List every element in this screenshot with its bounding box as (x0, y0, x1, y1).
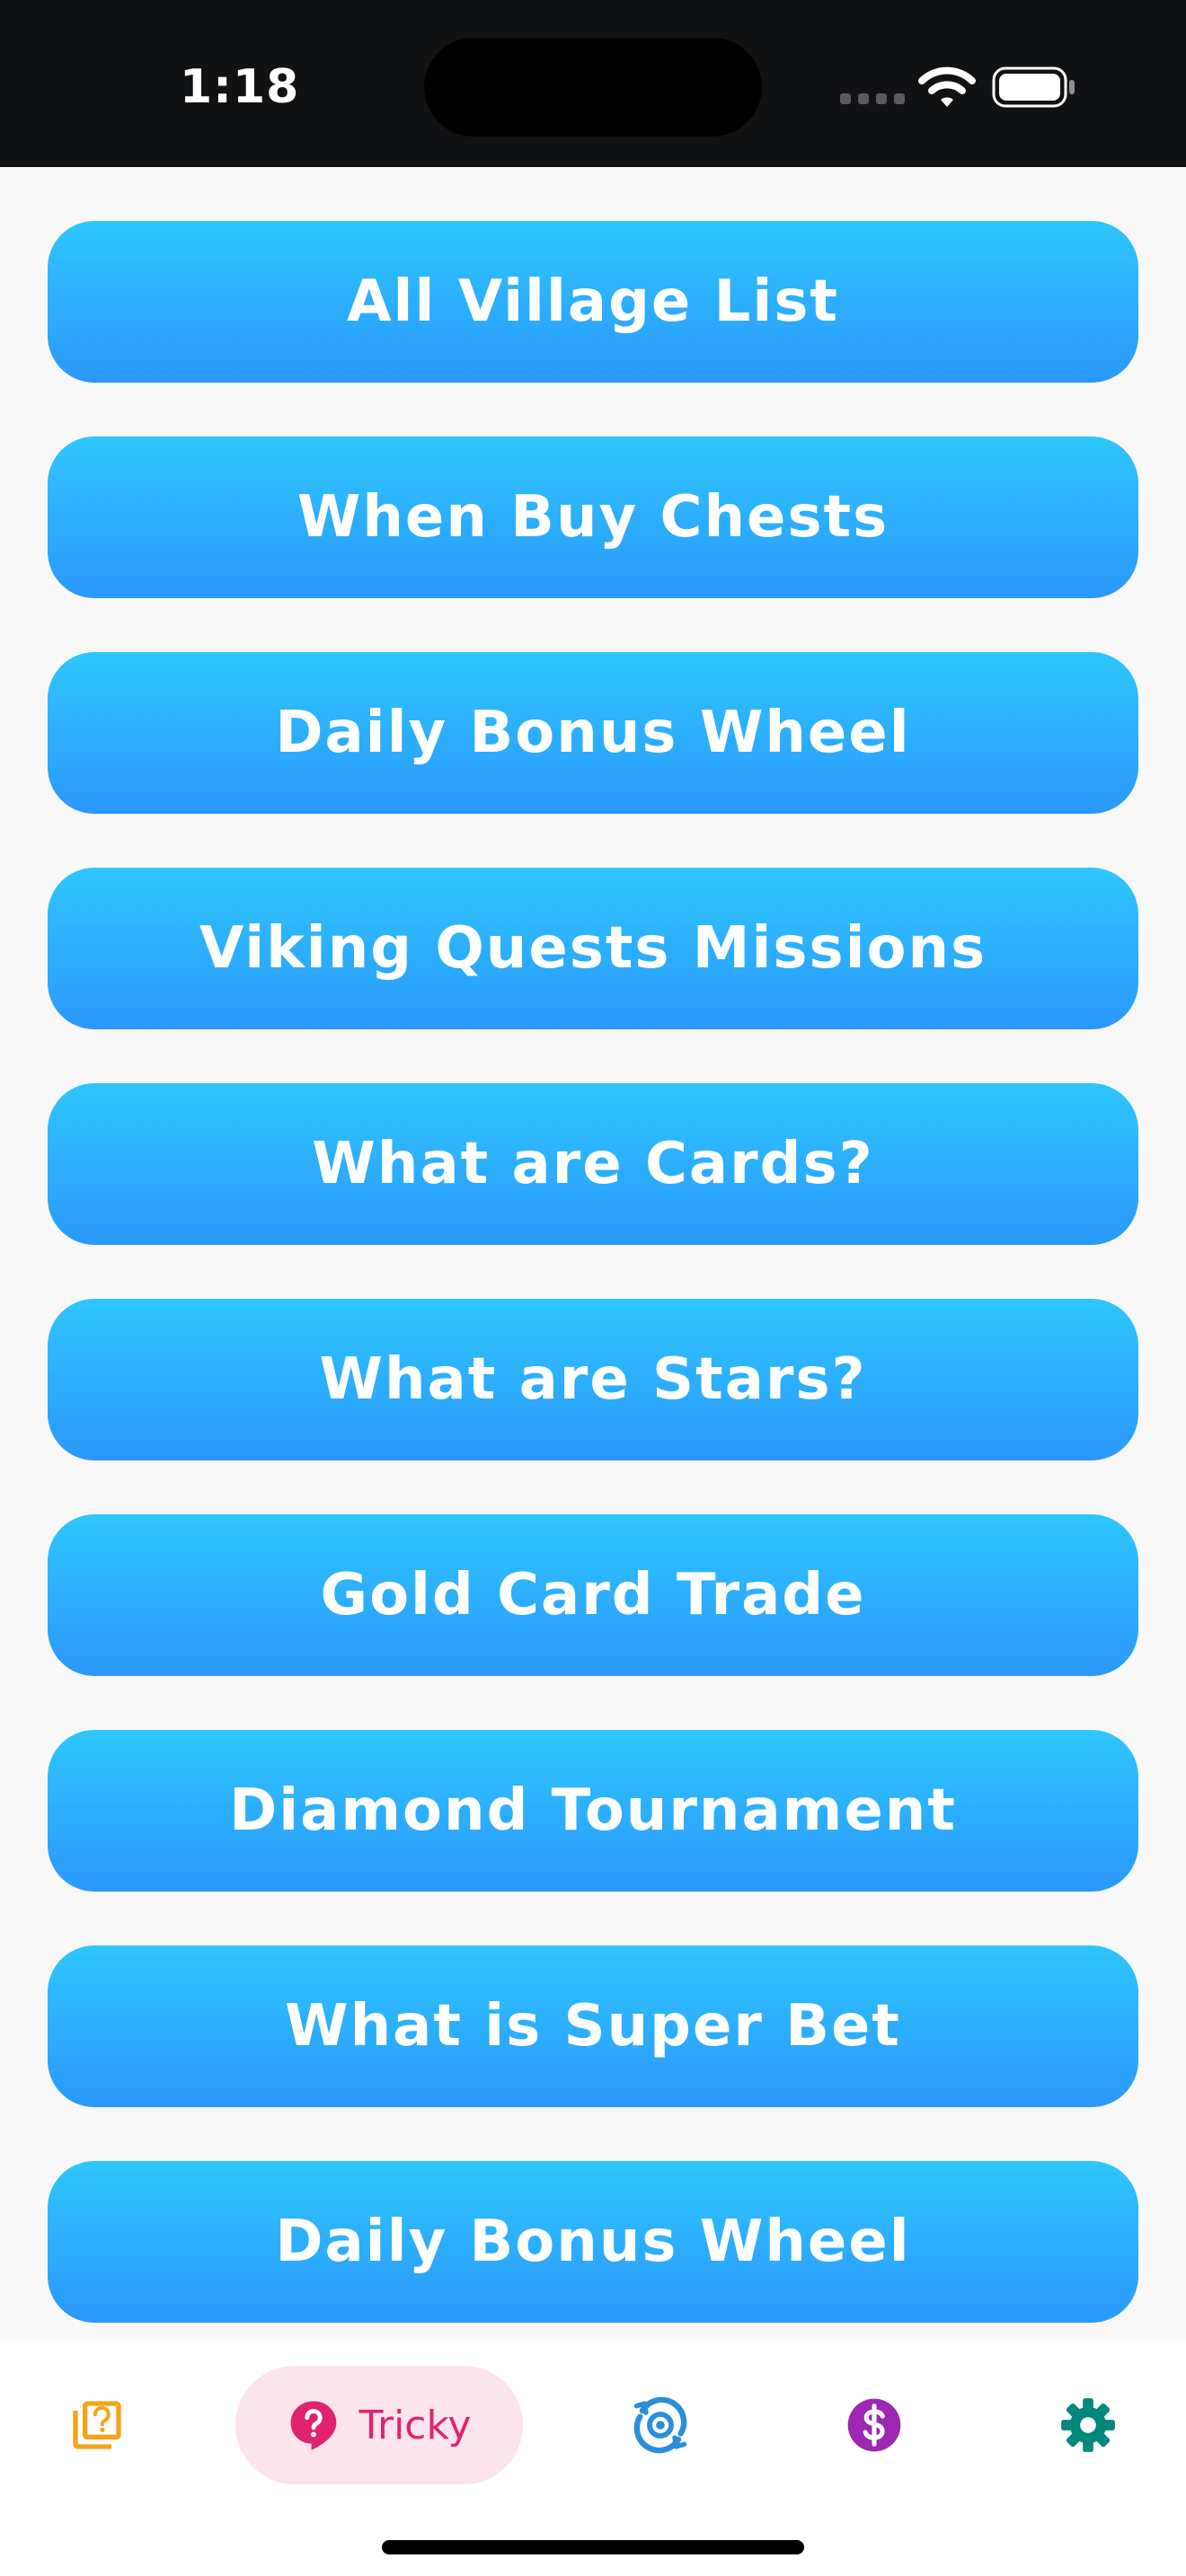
tab-settings[interactable] (1034, 2366, 1142, 2484)
status-bar: 1:18 (0, 0, 1186, 167)
dollar-coin-icon (847, 2398, 901, 2452)
gold-card-trade-button[interactable]: Gold Card Trade (48, 1514, 1138, 1676)
daily-bonus-wheel-button-2[interactable]: Daily Bonus Wheel (48, 2161, 1138, 2323)
cellular-signal-icon (840, 93, 905, 104)
spin-target-icon (633, 2396, 687, 2454)
bottom-tab-bar: Tricky (0, 2341, 1186, 2576)
diamond-tournament-button[interactable]: Diamond Tournament (48, 1730, 1138, 1892)
menu-list: All Village List When Buy Chests Daily B… (0, 167, 1186, 2341)
question-bubble-icon (290, 2401, 336, 2450)
tab-tricky-label: Tricky (358, 2402, 472, 2448)
daily-bonus-wheel-button[interactable]: Daily Bonus Wheel (48, 652, 1138, 814)
all-village-list-button[interactable]: All Village List (48, 221, 1138, 383)
tab-spin[interactable] (606, 2366, 714, 2484)
question-cards-icon (73, 2401, 121, 2449)
when-buy-chests-button[interactable]: When Buy Chests (48, 437, 1138, 598)
viking-quests-missions-button[interactable]: Viking Quests Missions (48, 868, 1138, 1029)
tab-questions[interactable] (43, 2366, 151, 2484)
dynamic-island (424, 38, 762, 137)
battery-icon (992, 66, 1075, 108)
what-are-stars-button[interactable]: What are Stars? (48, 1299, 1138, 1460)
tab-coins[interactable] (820, 2366, 928, 2484)
wifi-icon (918, 66, 976, 107)
what-are-cards-button[interactable]: What are Cards? (48, 1083, 1138, 1245)
home-indicator (382, 2540, 804, 2554)
what-is-super-bet-button[interactable]: What is Super Bet (48, 1945, 1138, 2107)
gear-icon (1061, 2398, 1115, 2452)
tab-tricky[interactable]: Tricky (235, 2366, 523, 2484)
status-time: 1:18 (180, 60, 300, 114)
